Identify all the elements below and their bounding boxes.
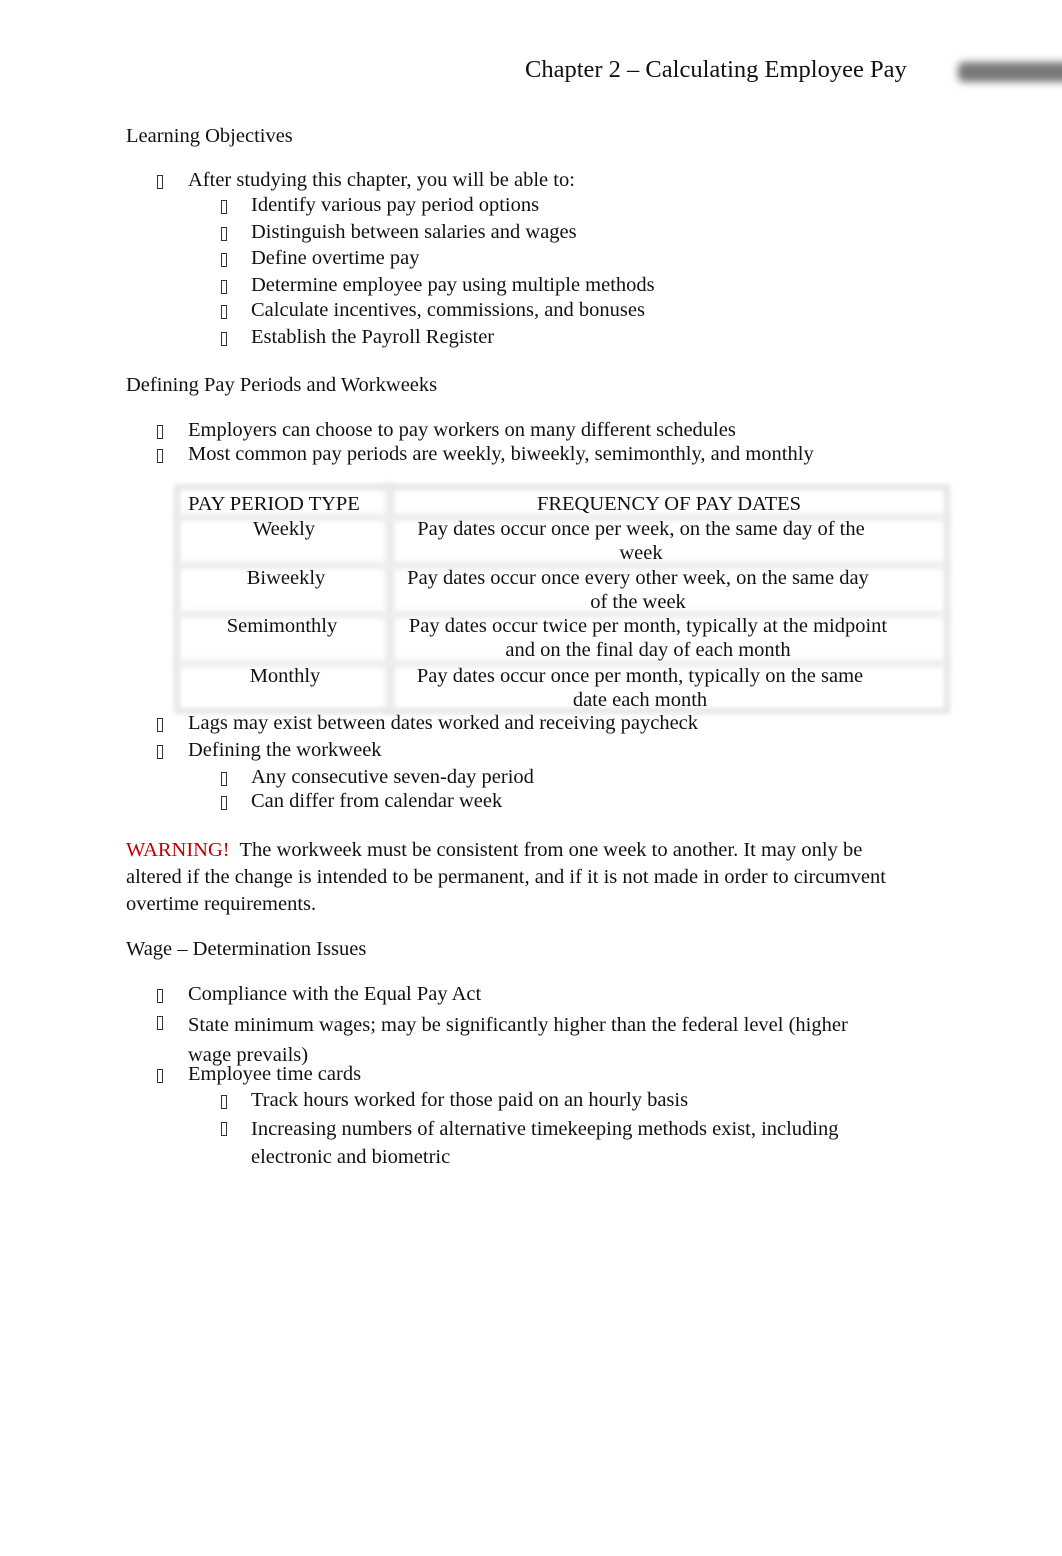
list-item: Defining the workweek [188,739,382,761]
table-cell-type: Monthly [249,665,321,687]
bullet-icon [221,772,227,786]
list-item: State minimum wages; may be significantl… [188,1014,848,1066]
table-header-cell: PAY PERIOD TYPE [188,493,360,515]
bullet-icon [221,1122,227,1136]
section-heading-learning-objectives: Learning Objectives [126,125,293,147]
bullet-icon [221,1095,227,1109]
table-cell-frequency: Pay dates occur twice per month, typical… [408,615,888,661]
list-item: Define overtime pay [251,247,420,269]
list-item: Lags may exist between dates worked and … [188,712,699,734]
bullet-icon [157,1069,163,1083]
bullet-icon [157,989,163,1003]
warning-label: WARNING! [126,839,230,861]
table-cell-frequency: Pay dates occur once per month, typicall… [416,665,864,711]
chapter-title: Chapter 2 – Calculating Employee Pay [525,56,907,83]
bullet-icon [157,1016,163,1030]
warning-paragraph: WARNING! The workweek must be consistent… [126,837,886,918]
bullet-icon [157,449,163,463]
bullet-icon [221,332,227,346]
list-item: Can differ from calendar week [251,790,503,812]
list-item: Distinguish between salaries and wages [251,221,577,243]
table-cell-frequency: Pay dates occur once per week, on the sa… [417,518,865,564]
list-item: Most common pay periods are weekly, biwe… [188,443,814,465]
pay-period-table: PAY PERIOD TYPE FREQUENCY OF PAY DATES W… [174,484,950,714]
bullet-icon [221,280,227,294]
bullet-icon [157,175,163,189]
bullet-icon [221,253,227,267]
table-header-cell: FREQUENCY OF PAY DATES [536,493,802,515]
warning-text: The workweek must be consistent from one… [126,839,886,915]
list-item: Employee time cards [188,1063,362,1085]
bullet-icon [221,305,227,319]
table-cell-frequency: Pay dates occur once every other week, o… [407,567,869,613]
list-item: Calculate incentives, commissions, and b… [251,299,645,321]
list-item: Determine employee pay using multiple me… [251,274,655,296]
section-heading-pay-periods: Defining Pay Periods and Workweeks [126,374,438,396]
list-item: Any consecutive seven-day period [251,766,534,788]
redacted-header-block [958,62,1062,82]
list-item: Establish the Payroll Register [251,326,495,348]
bullet-icon [157,745,163,759]
bullet-icon [221,796,227,810]
section-heading-wage-determination: Wage – Determination Issues [126,938,367,960]
list-item: Increasing numbers of alternative timeke… [251,1118,839,1168]
table-cell-type: Semimonthly [226,615,338,637]
table-cell-type: Biweekly [246,567,326,589]
bullet-icon [157,718,163,732]
list-item: Compliance with the Equal Pay Act [188,983,482,1005]
bullet-icon [221,200,227,214]
bullet-icon [221,227,227,241]
list-item: Track hours worked for those paid on an … [251,1089,689,1111]
list-item: After studying this chapter, you will be… [188,169,575,191]
list-item: Employers can choose to pay workers on m… [188,419,736,441]
list-item: Identify various pay period options [251,194,540,216]
bullet-icon [157,425,163,439]
table-cell-type: Weekly [252,518,316,540]
